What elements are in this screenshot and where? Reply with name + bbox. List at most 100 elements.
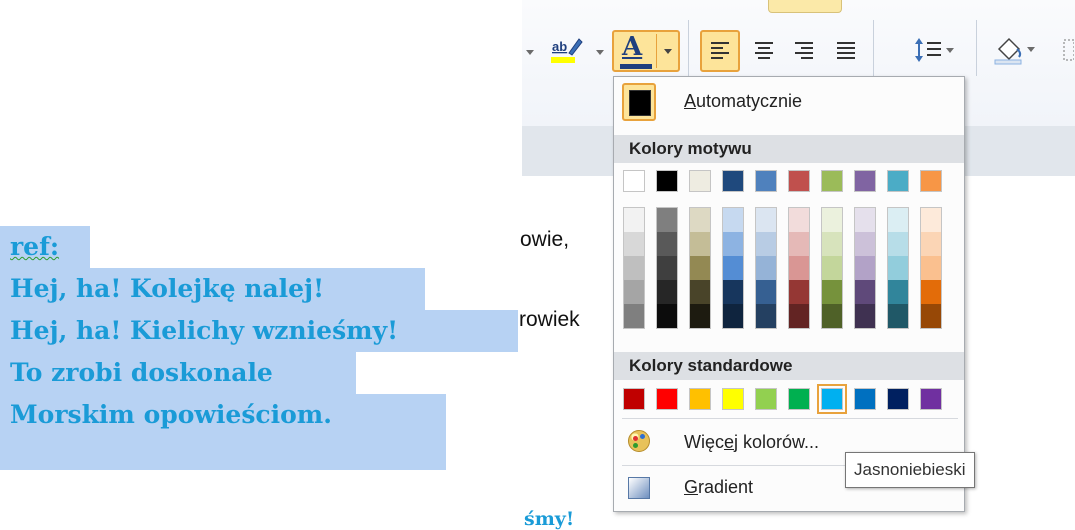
- shade-column: [623, 207, 645, 329]
- shade-swatch[interactable]: [624, 208, 644, 232]
- shade-swatch[interactable]: [723, 280, 743, 304]
- shade-swatch[interactable]: [624, 280, 644, 304]
- automatic-color-item[interactable]: Automatycznie: [614, 77, 964, 129]
- shade-swatch[interactable]: [921, 232, 941, 256]
- shade-swatch[interactable]: [888, 304, 908, 328]
- theme-color-shades: [623, 207, 942, 329]
- shade-column: [920, 207, 942, 329]
- font-color-button[interactable]: A: [612, 30, 680, 72]
- shading-button[interactable]: [990, 30, 1040, 70]
- shade-swatch[interactable]: [789, 232, 809, 256]
- shade-swatch[interactable]: [822, 232, 842, 256]
- shade-swatch[interactable]: [822, 256, 842, 280]
- chevron-down-icon[interactable]: [664, 49, 672, 54]
- shade-swatch[interactable]: [822, 304, 842, 328]
- borders-button[interactable]: [1060, 30, 1075, 70]
- selected-line-3: Hej, ha! Kielichy wznieśmy!: [0, 310, 518, 352]
- shade-swatch[interactable]: [657, 280, 677, 304]
- shade-swatch[interactable]: [855, 232, 875, 256]
- shade-swatch[interactable]: [657, 208, 677, 232]
- shade-swatch[interactable]: [756, 232, 776, 256]
- shade-swatch[interactable]: [624, 304, 644, 328]
- theme-color-swatch[interactable]: [788, 170, 810, 192]
- standard-color-swatch[interactable]: [755, 388, 777, 410]
- shade-swatch[interactable]: [690, 304, 710, 328]
- align-center-button[interactable]: [746, 30, 782, 70]
- shade-swatch[interactable]: [789, 256, 809, 280]
- theme-color-swatch[interactable]: [821, 170, 843, 192]
- theme-color-swatch[interactable]: [722, 170, 744, 192]
- theme-color-swatch[interactable]: [920, 170, 942, 192]
- theme-color-swatch[interactable]: [854, 170, 876, 192]
- theme-color-swatch[interactable]: [656, 170, 678, 192]
- shade-swatch[interactable]: [822, 280, 842, 304]
- shade-swatch[interactable]: [690, 232, 710, 256]
- standard-color-swatch[interactable]: [854, 388, 876, 410]
- shade-swatch[interactable]: [888, 232, 908, 256]
- theme-color-swatch[interactable]: [887, 170, 909, 192]
- shade-swatch[interactable]: [789, 304, 809, 328]
- shade-column: [656, 207, 678, 329]
- standard-colors-header: Kolory standardowe: [614, 352, 964, 380]
- shade-swatch[interactable]: [921, 304, 941, 328]
- shade-swatch[interactable]: [921, 256, 941, 280]
- shade-swatch[interactable]: [657, 304, 677, 328]
- shade-swatch[interactable]: [855, 280, 875, 304]
- shade-swatch[interactable]: [723, 208, 743, 232]
- align-left-button[interactable]: [700, 30, 740, 72]
- standard-color-swatch[interactable]: [689, 388, 711, 410]
- line-spacing-button[interactable]: [910, 30, 960, 70]
- shade-swatch[interactable]: [756, 304, 776, 328]
- shade-swatch[interactable]: [921, 280, 941, 304]
- shade-swatch[interactable]: [624, 256, 644, 280]
- shade-swatch[interactable]: [756, 256, 776, 280]
- shade-swatch[interactable]: [657, 256, 677, 280]
- highlight-dropdown-arrow[interactable]: [596, 50, 604, 55]
- standard-color-swatch[interactable]: [920, 388, 942, 410]
- shade-swatch[interactable]: [756, 208, 776, 232]
- doc-fragment-1: owie,: [520, 228, 570, 251]
- shade-swatch[interactable]: [855, 256, 875, 280]
- shade-swatch[interactable]: [690, 208, 710, 232]
- align-right-button[interactable]: [786, 30, 822, 70]
- font-color-icon: A: [622, 32, 643, 62]
- font-size-dropdown-arrow[interactable]: [526, 50, 534, 55]
- shade-column: [689, 207, 711, 329]
- shade-swatch[interactable]: [789, 280, 809, 304]
- standard-color-swatch[interactable]: [623, 388, 645, 410]
- shade-swatch[interactable]: [624, 232, 644, 256]
- shade-swatch[interactable]: [921, 208, 941, 232]
- theme-color-swatch[interactable]: [689, 170, 711, 192]
- shade-swatch[interactable]: [888, 280, 908, 304]
- spelling-error-word: ref:: [10, 232, 60, 261]
- shade-swatch[interactable]: [657, 232, 677, 256]
- shade-swatch[interactable]: [690, 280, 710, 304]
- align-left-icon: [711, 42, 729, 59]
- shade-swatch[interactable]: [723, 232, 743, 256]
- theme-color-swatch[interactable]: [755, 170, 777, 192]
- shade-swatch[interactable]: [690, 256, 710, 280]
- shade-swatch[interactable]: [888, 208, 908, 232]
- shade-swatch[interactable]: [855, 304, 875, 328]
- justify-icon: [837, 41, 855, 59]
- standard-color-swatch[interactable]: [887, 388, 909, 410]
- line-spacing-icon: [915, 38, 954, 62]
- selected-line-5: Morskim opowieściom.: [0, 394, 446, 470]
- shade-swatch[interactable]: [855, 208, 875, 232]
- ribbon-tab-indicator: [768, 0, 842, 13]
- standard-color-swatch[interactable]: [656, 388, 678, 410]
- shade-swatch[interactable]: [822, 208, 842, 232]
- shade-swatch[interactable]: [723, 256, 743, 280]
- toolbar-separator: [976, 20, 977, 76]
- shade-swatch[interactable]: [789, 208, 809, 232]
- standard-color-swatch[interactable]: [788, 388, 810, 410]
- standard-color-swatch[interactable]: [722, 388, 744, 410]
- justify-button[interactable]: [826, 30, 866, 70]
- theme-color-swatch[interactable]: [623, 170, 645, 192]
- shade-swatch[interactable]: [888, 256, 908, 280]
- highlight-button[interactable]: ab: [546, 30, 586, 70]
- shade-swatch[interactable]: [756, 280, 776, 304]
- standard-color-swatch[interactable]: [817, 384, 847, 414]
- shade-swatch[interactable]: [723, 304, 743, 328]
- color-tooltip: Jasnoniebieski: [845, 452, 975, 488]
